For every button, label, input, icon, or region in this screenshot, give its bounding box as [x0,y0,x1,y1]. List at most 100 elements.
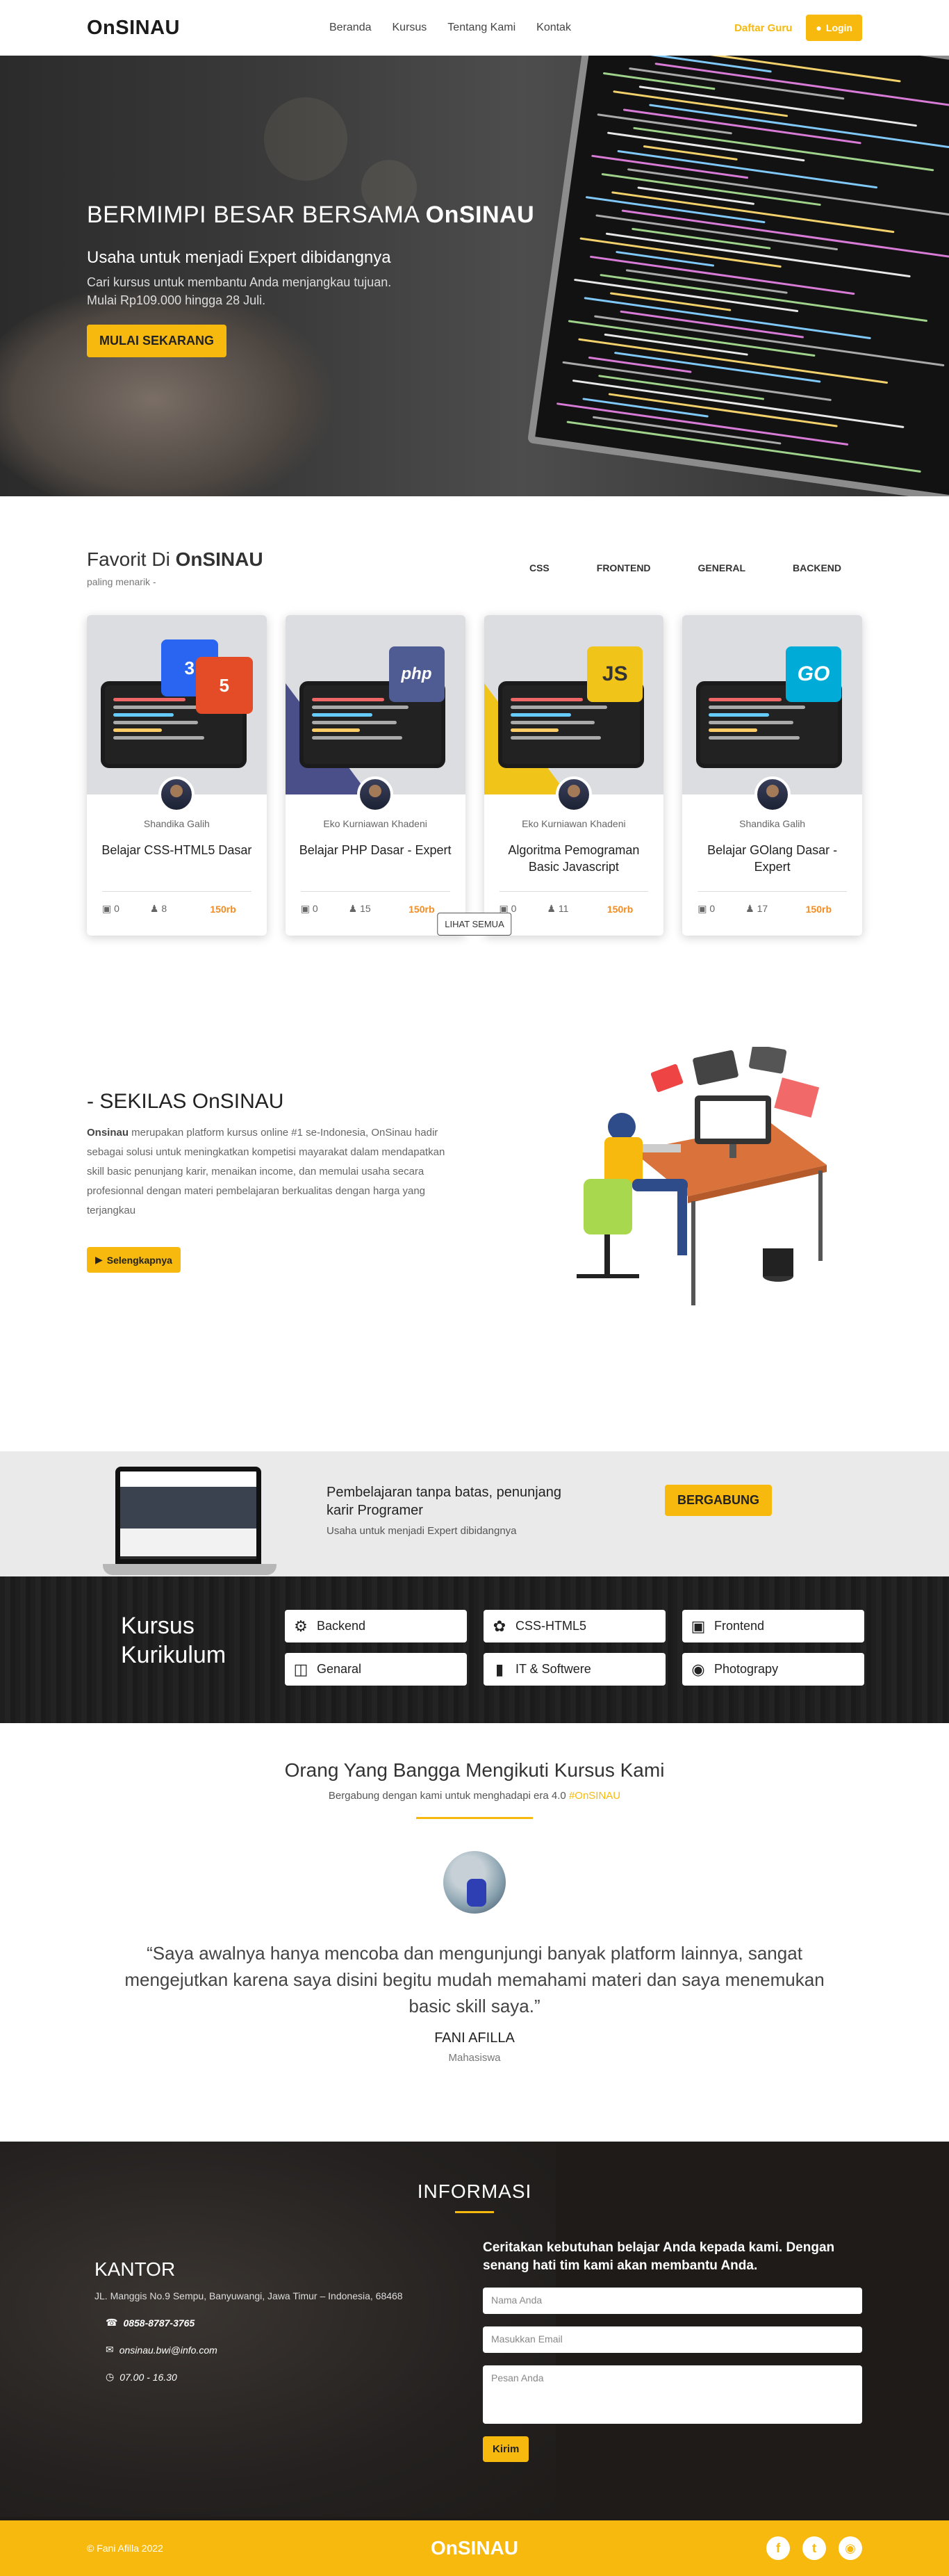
card-title: Algoritma Pemograman Basic Javascript [508,843,640,874]
favorit-section: Favorit Di OnSINAU paling menarik - CSS … [0,496,949,1013]
card-title: Belajar GOlang Dasar - Expert [707,843,838,874]
testimonial-title: Orang Yang Bangga Mengikuti Kursus Kami [284,1759,665,1781]
kantor-title: KANTOR [94,2258,176,2280]
code-line [584,297,872,340]
code-window-icon: ◫ [293,1660,308,1678]
kurikulum-it-softwere[interactable]: ▮ IT & Softwere [484,1653,666,1686]
menu-tentang-kami[interactable]: Tentang Kami [447,22,515,34]
github-icon[interactable]: ◉ [839,2536,862,2560]
laptop-code-image [527,56,949,496]
tab-frontend[interactable]: FRONTEND [597,562,651,573]
twitter-icon[interactable]: t [802,2536,826,2560]
code-line [629,67,845,100]
email-input[interactable]: Masukkan Email [483,2326,862,2353]
bergabung-button[interactable]: BERGABUNG [665,1485,773,1516]
author-avatar [357,776,394,813]
code-line [611,191,895,234]
tag-icon: ▶ [95,1254,103,1265]
clock-icon: ◷ [106,2371,115,2382]
mulai-sekarang-button[interactable]: MULAI SEKARANG [87,325,226,357]
author-avatar [555,776,592,813]
lessons-count: ▣ 0 [300,903,318,914]
login-button[interactable]: ● Login [806,15,862,41]
palette-icon: ✿ [493,1617,506,1635]
bokeh-light [264,97,347,181]
kurikulum-backend[interactable]: ⚙ Backend [285,1610,467,1642]
sekilas-body: Onsinau merupakan platform kursus online… [87,1127,445,1216]
code-line [602,72,716,90]
card-price: 150rb [606,903,634,915]
tab-backend[interactable]: BACKEND [793,562,841,573]
facebook-icon[interactable]: f [766,2536,790,2560]
menu-kursus[interactable]: Kursus [393,22,427,34]
testimonial-section: Orang Yang Bangga Mengikuti Kursus Kami … [0,1723,949,2142]
phone-icon: ☎ [106,2317,118,2328]
informasi-section: INFORMASI KANTOR JL. Manggis No.9 Sempu,… [0,2142,949,2520]
code-line [574,278,799,313]
lessons-count: ▣ 0 [698,903,716,914]
name-input[interactable]: Nama Anda [483,2288,862,2314]
gear-icon: ⚙ [294,1617,308,1635]
testimonial-avatar [443,1851,506,1914]
kantor-address: JL. Manggis No.9 Sempu, Banyuwangi, Jawa… [94,2290,403,2301]
phone-icon: ▮ [495,1660,504,1678]
code-line [633,127,934,172]
students-count: ♟ 11 [547,903,569,914]
form-title: Ceritakan kebutuhan belajar Anda kepada … [483,2240,835,2273]
kantor-phone: 0858-8787-3765 [123,2317,195,2329]
code-line [588,356,692,373]
tab-css[interactable]: CSS [529,562,550,573]
code-line [637,186,754,205]
card-author: Eko Kurniawan Khadeni [522,818,626,829]
author-avatar [754,776,791,813]
card-author: Eko Kurniawan Khadeni [323,818,427,829]
kantor-info: KANTOR JL. Manggis No.9 Sempu, Banyuwang… [94,2258,403,2383]
kurikulum-photograpy[interactable]: ◉ Photograpy [682,1653,864,1686]
kurikulum-title: Kursus Kurikulum [121,1613,226,1668]
footer: © Fani Afilla 2022 OnSINAU f t ◉ [0,2520,949,2576]
developer-desk-illustration [577,1047,827,1305]
testimonial-role: Mahasiswa [448,2052,501,2064]
contact-form: Ceritakan kebutuhan belajar Anda kepada … [483,2239,862,2462]
tab-general[interactable]: GENERAL [698,562,745,573]
kurikulum-frontend[interactable]: ▣ Frontend [682,1610,864,1642]
category-tabs: CSS FRONTEND GENERAL BACKEND [529,562,841,573]
php-logo-icon: php [388,646,445,702]
kurikulum-css-html5[interactable]: ✿ CSS-HTML5 [484,1610,666,1642]
hero-banner: BERMIMPI BESAR BERSAMA OnSINAU Usaha unt… [0,56,949,496]
course-card[interactable]: 3 5 Shandika Galih Belajar CSS-HTML5 Das… [87,615,267,936]
card-price: 150rb [409,903,435,915]
message-textarea[interactable]: Pesan Anda [483,2365,862,2424]
site-logo[interactable]: OnSINAU [87,17,180,40]
daftar-guru-link[interactable]: Daftar Guru [734,22,792,34]
course-card[interactable]: JS Eko Kurniawan Khadeni Algoritma Pemog… [484,615,664,936]
card-author: Shandika Galih [143,818,210,829]
code-line [556,402,849,446]
menu-beranda[interactable]: Beranda [329,22,372,34]
lihat-semua-button[interactable]: LIHAT SEMUA [437,913,512,936]
join-subtitle: Usaha untuk menjadi Expert dibidangnya [327,1525,517,1537]
card-price: 150rb [805,903,832,915]
javascript-logo-icon: JS [587,646,643,702]
kurikulum-genaral[interactable]: ◫ Genaral [285,1653,467,1686]
code-line [601,172,822,206]
macbook-mockup [103,1467,277,1578]
login-label: Login [825,22,852,33]
code-line [562,361,832,402]
kirim-button[interactable]: Kirim [483,2436,529,2462]
testimonial-quote: “Saya awalnya hanya mencoba dan mengunju… [124,1943,825,2016]
camera-icon: ◉ [691,1660,705,1678]
menu-kontak[interactable]: Kontak [536,22,571,34]
course-cards: 3 5 Shandika Galih Belajar CSS-HTML5 Das… [87,615,862,936]
course-card[interactable]: GO Shandika Galih Belajar GOlang Dasar -… [682,615,862,936]
user-icon: ● [816,22,822,33]
sekilas-section: - SEKILAS OnSINAU Onsinau merupakan plat… [0,1013,949,1451]
join-title: Pembelajaran tanpa batas, penunjang kari… [327,1485,562,1518]
informasi-title: INFORMASI [417,2180,532,2202]
card-price: 150rb [210,903,236,915]
selengkapnya-button[interactable]: ▶ Selengkapnya [87,1247,181,1273]
course-card[interactable]: php Eko Kurniawan Khadeni Belajar PHP Da… [285,615,465,936]
html5-icon: 5 [195,657,253,714]
hero-title: BERMIMPI BESAR BERSAMA OnSINAU [87,202,535,228]
testimonial-subtitle: Bergabung dengan kami untuk menghadapi e… [328,1790,621,1802]
